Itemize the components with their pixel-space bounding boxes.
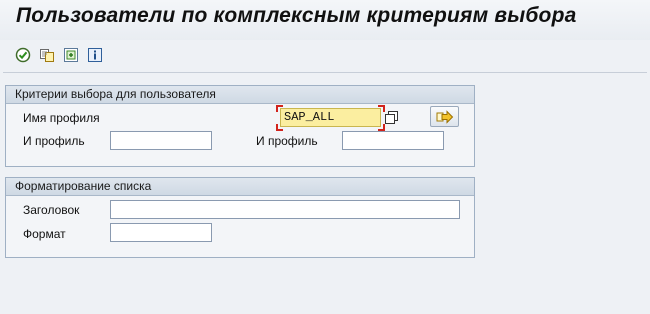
get-variant-icon[interactable] [38,46,56,64]
info-icon[interactable] [86,46,104,64]
focus-corner [378,124,385,131]
title-bar: Пользователи по комплексным критериям вы… [0,0,650,40]
user-criteria-header: Критерии выбора для пользователя [6,86,474,104]
profile-name-label: Имя профиля [23,111,100,125]
focus-corner [276,124,283,131]
multiple-selection-icon[interactable] [383,109,399,125]
and-profile-input-1[interactable] [110,131,212,150]
page-title: Пользователи по комплексным критериям вы… [16,4,577,27]
list-format-header: Форматирование списка [6,178,474,196]
focus-corner [276,105,283,112]
and-profile-label-2: И профиль [256,134,318,148]
arrow-right-icon [436,109,453,124]
execute-icon[interactable] [14,46,32,64]
format-input[interactable] [110,223,212,242]
toolbar-separator [3,72,647,73]
format-label: Формат [23,227,66,241]
user-criteria-group: Критерии выбора для пользователя Имя про… [5,85,475,167]
heading-input[interactable] [110,200,460,219]
heading-label: Заголовок [23,203,80,217]
list-format-group: Форматирование списка Заголовок Формат [5,177,475,258]
profile-name-input[interactable]: SAP_ALL [280,108,381,127]
execute-arrow-button[interactable] [430,106,459,127]
and-profile-label-1: И профиль [23,134,85,148]
application-toolbar [0,40,650,70]
and-profile-input-2[interactable] [342,131,444,150]
selection-options-icon[interactable] [62,46,80,64]
